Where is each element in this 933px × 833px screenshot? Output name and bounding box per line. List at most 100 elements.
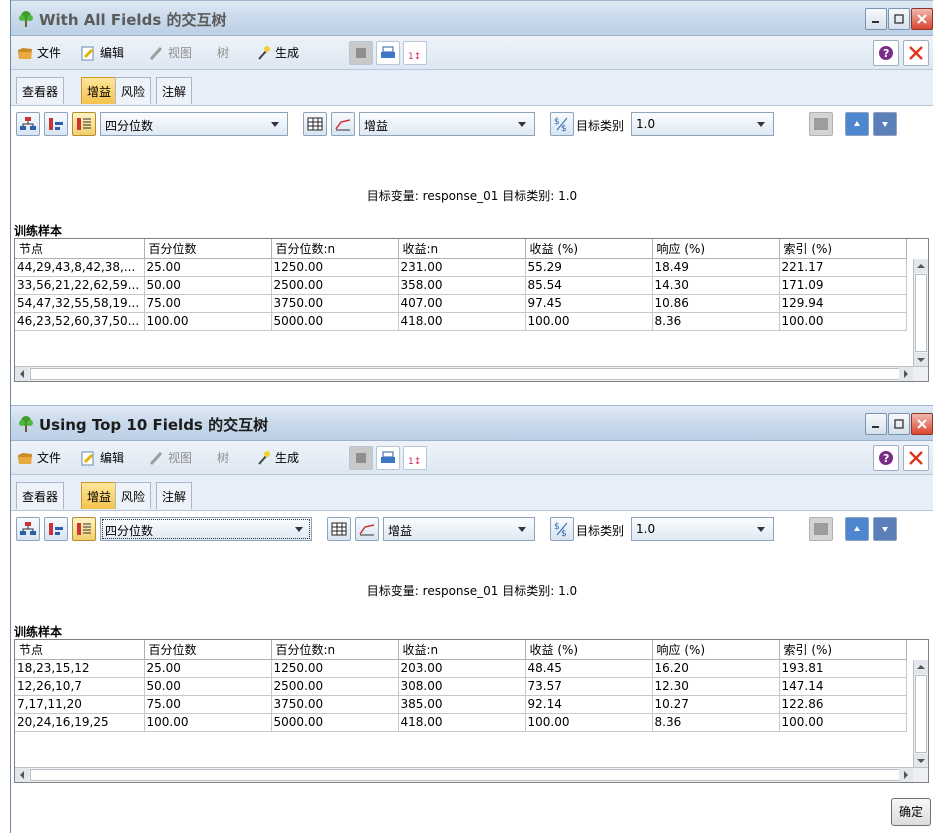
horizontal-scrollbar[interactable] — [15, 366, 928, 381]
tree-window-top10-fields: Using Top 10 Fields 的交互树 文件 编辑 视图 树 生成 1… — [10, 405, 933, 833]
menu-file[interactable]: 文件 — [17, 449, 61, 466]
print-button[interactable] — [376, 446, 400, 470]
close-viewer-button[interactable] — [903, 40, 929, 66]
scroll-down-button[interactable] — [914, 754, 928, 768]
scroll-up-button[interactable] — [914, 259, 928, 273]
maximize-button[interactable] — [888, 413, 910, 435]
column-header[interactable]: 索引 (%) — [779, 640, 907, 660]
ok-button[interactable]: 确定 — [891, 798, 931, 826]
menu-view[interactable]: 视图 — [148, 449, 192, 466]
column-header[interactable]: 收益 (%) — [525, 239, 653, 259]
tab-viewer[interactable]: 查看器 — [16, 482, 65, 509]
help-button[interactable]: ? — [873, 445, 899, 471]
column-header[interactable]: 索引 (%) — [779, 239, 907, 259]
table-view-button[interactable] — [327, 517, 351, 541]
tree-layout-button[interactable] — [16, 517, 40, 541]
column-header[interactable]: 收益 (%) — [525, 640, 653, 660]
close-window-button[interactable] — [911, 413, 933, 435]
scroll-right-button[interactable] — [899, 768, 913, 782]
quantile-select[interactable]: 四分位数 — [100, 112, 288, 136]
tab-notes[interactable]: 注解 — [156, 482, 193, 509]
table-view-button[interactable] — [303, 112, 327, 136]
window-titlebar[interactable]: With All Fields 的交互树 — [11, 0, 933, 36]
chart-options-button[interactable] — [809, 112, 833, 136]
scroll-left-button[interactable] — [15, 768, 29, 782]
minimize-button[interactable] — [865, 413, 887, 435]
scroll-right-button[interactable] — [899, 367, 913, 381]
table-row[interactable]: 20,24,16,19,25 100.00 5000.00 418.00 100… — [15, 713, 907, 732]
column-header[interactable]: 节点 — [15, 640, 145, 660]
table-row[interactable]: 12,26,10,7 50.00 2500.00 308.00 73.57 12… — [15, 677, 907, 696]
minimize-button[interactable] — [865, 8, 887, 30]
tab-notes[interactable]: 注解 — [156, 77, 193, 104]
table-row[interactable]: 54,47,32,55,58,19... 75.00 3750.00 407.0… — [15, 294, 907, 313]
scroll-thumb[interactable] — [30, 769, 905, 781]
chart-view-button[interactable] — [331, 112, 355, 136]
export-button[interactable] — [349, 446, 373, 470]
scroll-thumb[interactable] — [30, 368, 905, 380]
column-header[interactable]: 响应 (%) — [652, 239, 780, 259]
menu-edit[interactable]: 编辑 — [80, 449, 124, 466]
measure-select[interactable]: 增益 — [383, 517, 535, 541]
menu-edit[interactable]: 编辑 — [80, 44, 124, 61]
sort-button[interactable]: 1↕ — [403, 41, 427, 65]
column-header[interactable]: 收益:n — [398, 640, 526, 660]
node-stats-button[interactable] — [44, 112, 68, 136]
tab-risk[interactable]: 风险 — [115, 482, 152, 509]
tab-viewer[interactable]: 查看器 — [16, 77, 65, 104]
menu-generate[interactable]: 生成 — [255, 449, 299, 466]
menu-generate[interactable]: 生成 — [255, 44, 299, 61]
menu-tree[interactable]: 树 — [217, 44, 229, 61]
help-button[interactable]: ? — [873, 40, 899, 66]
table-row[interactable]: 44,29,43,8,42,38,... 25.00 1250.00 231.0… — [15, 258, 907, 277]
sort-ascending-button[interactable] — [845, 517, 869, 541]
sort-ascending-button[interactable] — [845, 112, 869, 136]
tab-gains[interactable]: 增益 — [81, 482, 118, 509]
quantile-select[interactable]: 四分位数 — [100, 517, 312, 541]
print-button[interactable] — [376, 41, 400, 65]
measure-select[interactable]: 增益 — [359, 112, 535, 136]
table-row[interactable]: 46,23,52,60,37,50... 100.00 5000.00 418.… — [15, 312, 907, 331]
menu-tree[interactable]: 树 — [217, 449, 229, 466]
profit-settings-button[interactable]: $ $ — [550, 517, 574, 541]
scroll-down-button[interactable] — [914, 353, 928, 367]
window-titlebar[interactable]: Using Top 10 Fields 的交互树 — [11, 405, 933, 441]
vertical-scrollbar[interactable] — [913, 660, 928, 768]
table-row[interactable]: 7,17,11,20 75.00 3750.00 385.00 92.14 10… — [15, 695, 907, 714]
vertical-scrollbar[interactable] — [913, 259, 928, 367]
scroll-left-button[interactable] — [15, 367, 29, 381]
column-header[interactable]: 百分位数 — [144, 640, 272, 660]
column-header[interactable]: 百分位数 — [144, 239, 272, 259]
profit-settings-button[interactable]: $ $ — [550, 112, 574, 136]
column-header[interactable]: 响应 (%) — [652, 640, 780, 660]
table-row[interactable]: 18,23,15,12 25.00 1250.00 203.00 48.45 1… — [15, 659, 907, 678]
tab-risk[interactable]: 风险 — [115, 77, 152, 104]
sort-button[interactable]: 1↕ — [403, 446, 427, 470]
scroll-thumb[interactable] — [915, 675, 927, 753]
menu-file[interactable]: 文件 — [17, 44, 61, 61]
node-stats-button[interactable] — [44, 517, 68, 541]
tab-gains[interactable]: 增益 — [81, 77, 118, 104]
scroll-up-button[interactable] — [914, 660, 928, 674]
scroll-thumb[interactable] — [915, 274, 927, 352]
sort-descending-button[interactable] — [873, 112, 897, 136]
target-category-select[interactable]: 1.0 — [631, 517, 774, 541]
sort-descending-button[interactable] — [873, 517, 897, 541]
tree-layout-button[interactable] — [16, 112, 40, 136]
column-header[interactable]: 节点 — [15, 239, 145, 259]
column-header[interactable]: 百分位数:n — [271, 239, 399, 259]
horizontal-scrollbar[interactable] — [15, 767, 928, 782]
column-header[interactable]: 收益:n — [398, 239, 526, 259]
menu-view[interactable]: 视图 — [148, 44, 192, 61]
target-category-select[interactable]: 1.0 — [631, 112, 774, 136]
close-viewer-button[interactable] — [903, 445, 929, 471]
chart-options-button[interactable] — [809, 517, 833, 541]
close-window-button[interactable] — [911, 8, 933, 30]
table-row[interactable]: 33,56,21,22,62,59... 50.00 2500.00 358.0… — [15, 276, 907, 295]
maximize-button[interactable] — [888, 8, 910, 30]
chart-view-button[interactable] — [355, 517, 379, 541]
column-header[interactable]: 百分位数:n — [271, 640, 399, 660]
gains-table-view-button[interactable] — [72, 112, 96, 136]
export-button[interactable] — [349, 41, 373, 65]
gains-table-view-button[interactable] — [72, 517, 96, 541]
